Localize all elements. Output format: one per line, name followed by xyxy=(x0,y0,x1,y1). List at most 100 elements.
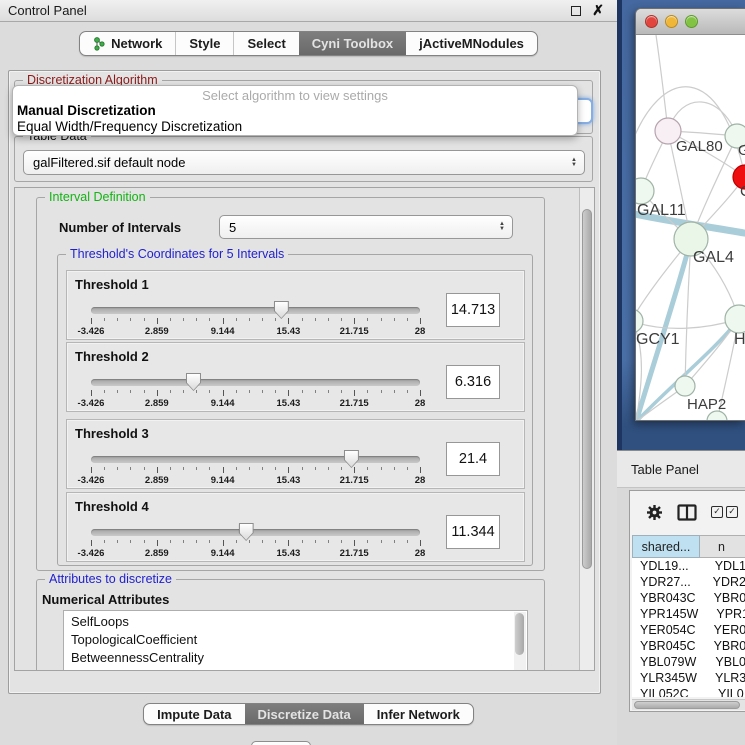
combo-arrows-icon: ▲▼ xyxy=(499,222,505,232)
table-data-group: Table Data galFiltered.sif default node … xyxy=(14,136,593,182)
node-label-c: C xyxy=(740,183,745,200)
node-label-hap2: HAP2 xyxy=(687,396,726,413)
column-header-shared-name[interactable]: shared... xyxy=(632,535,700,558)
interval-group-title: Interval Definition xyxy=(45,190,150,204)
slider-thumb[interactable] xyxy=(344,450,359,468)
node-label-h: H xyxy=(734,331,745,348)
threshold-value-field[interactable]: 14.713 xyxy=(446,293,500,327)
table-row[interactable]: YPR145WYPR1 xyxy=(632,606,745,622)
dropdown-option-manual[interactable]: Manual Discretization xyxy=(13,103,577,119)
num-intervals-value: 5 xyxy=(229,220,236,235)
control-panel: Control Panel ✗ Network Style Select Cyn… xyxy=(0,0,617,745)
node-gcy1[interactable] xyxy=(636,309,643,333)
slider-track[interactable] xyxy=(91,529,420,536)
panel-title: Control Panel xyxy=(8,3,87,18)
slider-thumb[interactable] xyxy=(186,373,201,391)
network-window-titlebar[interactable] xyxy=(636,9,745,35)
right-side: GAL80 GA C GAL11 GAL4 GCY1 H HAP2 Table … xyxy=(617,0,745,745)
node-h[interactable] xyxy=(725,305,745,333)
list-scrollbar[interactable] xyxy=(514,612,526,670)
tab-infer-network[interactable]: Infer Network xyxy=(364,704,473,724)
table-data-selected: galFiltered.sif default node xyxy=(33,155,185,170)
cyni-toolbox-panel: Discretization Algorithm Table Data galF… xyxy=(8,70,601,694)
network-window[interactable]: GAL80 GA C GAL11 GAL4 GCY1 H HAP2 xyxy=(635,8,745,421)
zoom-traffic-icon[interactable] xyxy=(685,15,698,28)
threshold-panel-4: Threshold 4 -3.4262.8599.14415.4321.7152… xyxy=(66,492,525,562)
tab-impute-data[interactable]: Impute Data xyxy=(144,704,244,724)
table-row[interactable]: YER054CYER0 xyxy=(632,622,745,638)
tab-style[interactable]: Style xyxy=(175,32,233,55)
threshold-panel-2: Threshold 2 -3.4262.8599.14415.4321.7152… xyxy=(66,342,525,412)
table-panel-header: Table Panel xyxy=(617,450,745,488)
attributes-group: Attributes to discretize Numerical Attri… xyxy=(36,579,545,671)
node-table-body: YDL19...YDL1YDR27...YDR2YBR043CYBR0YPR14… xyxy=(632,558,745,697)
close-icon[interactable]: ✗ xyxy=(592,2,604,19)
close-traffic-icon[interactable] xyxy=(645,15,658,28)
slider-track[interactable] xyxy=(91,379,420,386)
slider-ticks xyxy=(91,467,420,475)
column-header-name[interactable]: n xyxy=(700,535,745,558)
network-desktop: GAL80 GA C GAL11 GAL4 GCY1 H HAP2 xyxy=(617,0,745,450)
slider-tick-labels: -3.4262.8599.14415.4321.71528 xyxy=(91,326,420,337)
vertical-scrollbar[interactable] xyxy=(579,188,594,670)
table-panel-title: Table Panel xyxy=(631,462,699,477)
split-columns-icon[interactable] xyxy=(677,504,697,521)
desktop-edge xyxy=(617,0,622,450)
node-hap2[interactable] xyxy=(675,376,695,396)
tab-discretize-data[interactable]: Discretize Data xyxy=(245,704,364,724)
node-label-ga: GA xyxy=(738,142,745,159)
minimize-traffic-icon[interactable] xyxy=(665,15,678,28)
threshold-value-field[interactable]: 21.4 xyxy=(446,442,500,476)
table-row[interactable]: YIL052CYIL0 xyxy=(632,686,745,697)
combo-arrows-icon: ▲▼ xyxy=(571,158,577,168)
network-canvas[interactable]: GAL80 GA C GAL11 GAL4 GCY1 H HAP2 xyxy=(636,35,745,421)
numerical-attributes-list: SelfLoopsTopologicalCoefficientBetweenne… xyxy=(64,613,513,667)
float-window-icon[interactable] xyxy=(571,6,581,16)
numerical-attributes-listbox: SelfLoopsTopologicalCoefficientBetweenne… xyxy=(63,610,528,671)
slider-tick-labels: -3.4262.8599.14415.4321.71528 xyxy=(91,548,420,559)
table-row[interactable]: YDL19...YDL1 xyxy=(632,558,745,574)
tab-network-label: Network xyxy=(111,36,162,51)
scrollbar-thumb[interactable] xyxy=(582,209,592,569)
network-icon xyxy=(93,37,106,51)
slider-thumb[interactable] xyxy=(274,301,289,319)
node-label-gcy1: GCY1 xyxy=(636,331,680,348)
table-row[interactable]: YBR045CYBR0 xyxy=(632,638,745,654)
threshold-panel-1: Threshold 1 -3.4262.8599.14415.4321.7152… xyxy=(66,270,525,340)
settings-scroll-pane: Interval Definition Number of Intervals … xyxy=(14,187,595,671)
slider-ticks xyxy=(91,390,420,398)
table-row[interactable]: YBL079WYBL0 xyxy=(632,654,745,670)
node-gal11[interactable] xyxy=(636,178,654,204)
tab-network[interactable]: Network xyxy=(80,32,175,55)
select-columns-icon[interactable] xyxy=(711,506,723,518)
slider-thumb[interactable] xyxy=(239,523,254,541)
table-panel: Table Panel xyxy=(617,450,745,745)
attributes-group-title: Attributes to discretize xyxy=(45,572,176,586)
table-data-combobox[interactable]: galFiltered.sif default node ▲▼ xyxy=(23,150,585,175)
slider-track[interactable] xyxy=(91,307,420,314)
gear-icon[interactable] xyxy=(646,504,663,521)
apply-button[interactable]: Apply xyxy=(251,741,311,745)
dropdown-prompt: Select algorithm to view settings xyxy=(13,86,577,103)
bottom-tab-bar: Impute Data Discretize Data Infer Networ… xyxy=(0,703,617,725)
table-header-row: shared... n xyxy=(632,535,745,558)
table-row[interactable]: YDR27...YDR2 xyxy=(632,574,745,590)
tab-cyni-toolbox[interactable]: Cyni Toolbox xyxy=(299,32,406,55)
horizontal-scrollbar[interactable] xyxy=(632,699,745,710)
select-rows-icon[interactable] xyxy=(726,506,738,518)
node-label-gal4: GAL4 xyxy=(693,249,734,266)
table-row[interactable]: YLR345WYLR3 xyxy=(632,670,745,686)
table-row[interactable]: YBR043CYBR0 xyxy=(632,590,745,606)
threshold-value-field[interactable]: 6.316 xyxy=(446,365,500,399)
node-table-box: shared... n YDL19...YDL1YDR27...YDR2YBR0… xyxy=(629,490,745,712)
scrollbar-thumb[interactable] xyxy=(634,701,740,709)
num-intervals-combobox[interactable]: 5 ▲▼ xyxy=(219,215,513,239)
tab-jactivemnodules[interactable]: jActiveMNodules xyxy=(406,32,537,55)
threshold-value-field[interactable]: 11.344 xyxy=(446,515,500,549)
slider-track[interactable] xyxy=(91,456,420,463)
attribute-item[interactable]: SelfLoops xyxy=(64,613,513,631)
tab-select[interactable]: Select xyxy=(233,32,298,55)
attribute-item[interactable]: TopologicalCoefficient xyxy=(64,631,513,649)
attribute-item[interactable]: BetweennessCentrality xyxy=(64,649,513,667)
dropdown-option-equal-width[interactable]: Equal Width/Frequency Discretization xyxy=(13,119,577,135)
